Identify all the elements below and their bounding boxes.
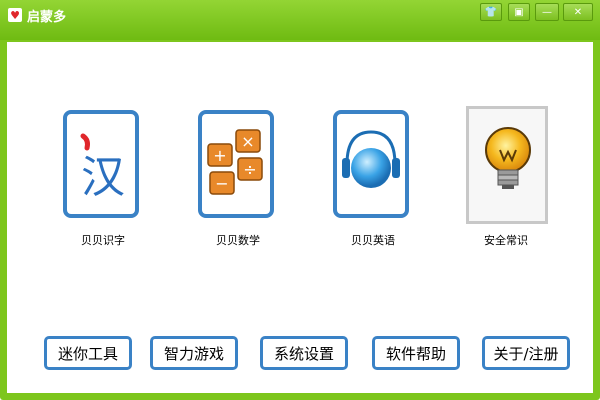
svg-text:+: + xyxy=(213,146,226,165)
about-register-button[interactable]: 关于/注册 xyxy=(482,336,570,370)
window-mode-button[interactable]: ▣ xyxy=(508,3,530,21)
shirt-icon: 👕 xyxy=(484,6,498,18)
mini-tools-button[interactable]: 迷你工具 xyxy=(44,336,132,370)
headphones-icon xyxy=(342,130,400,188)
module-tile-safety[interactable] xyxy=(466,106,548,224)
module-label-math: 贝贝数学 xyxy=(216,234,260,247)
chinese-character-icon: 汉 xyxy=(80,133,125,203)
system-settings-button[interactable]: 系统设置 xyxy=(260,336,348,370)
module-tile-math[interactable]: + × − ÷ xyxy=(198,110,278,220)
module-label-literacy: 贝贝识字 xyxy=(81,234,125,247)
module-tile-english[interactable] xyxy=(333,110,413,220)
title-bar[interactable]: ♥ 启蒙多 👕 ▣ — ✕ xyxy=(0,0,600,40)
module-label-english: 贝贝英语 xyxy=(351,234,395,247)
minimize-button[interactable]: — xyxy=(535,3,559,21)
close-icon: ✕ xyxy=(573,6,583,18)
heart-icon: ♥ xyxy=(8,8,22,22)
svg-text:×: × xyxy=(241,132,254,151)
module-tile-literacy[interactable]: 汉 xyxy=(63,110,143,220)
puzzle-games-button[interactable]: 智力游戏 xyxy=(150,336,238,370)
close-button[interactable]: ✕ xyxy=(563,3,593,21)
main-panel: 汉 贝贝识字 + × − ÷ 贝贝数学 贝贝英语 安全常识 迷你工具 智力游戏 … xyxy=(7,42,593,393)
window-title: 启蒙多 xyxy=(27,10,67,25)
window-icon: ▣ xyxy=(514,6,524,18)
lightbulb-icon xyxy=(485,127,531,189)
module-label-safety: 安全常识 xyxy=(484,234,528,247)
software-help-button[interactable]: 软件帮助 xyxy=(372,336,460,370)
svg-text:÷: ÷ xyxy=(243,160,256,179)
skin-button[interactable]: 👕 xyxy=(480,3,502,21)
svg-text:汉: 汉 xyxy=(81,152,125,203)
svg-text:−: − xyxy=(215,174,228,193)
app-window: ♥ 启蒙多 👕 ▣ — ✕ 汉 贝贝识字 + × − ÷ 贝贝数学 贝贝英语 安… xyxy=(0,0,600,400)
minimize-icon: — xyxy=(542,6,552,18)
math-blocks-icon: + × − ÷ xyxy=(207,129,263,195)
